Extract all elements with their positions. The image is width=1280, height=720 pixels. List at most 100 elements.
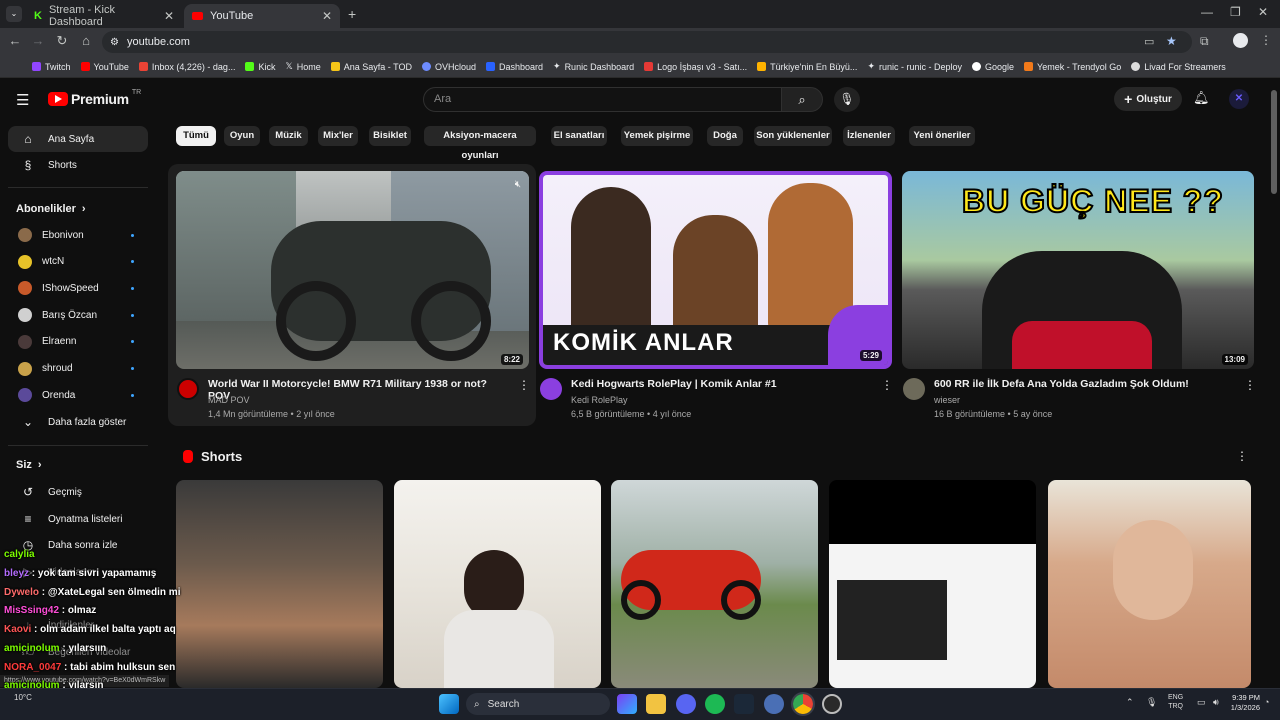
sidebar-item-playlists[interactable]: ≡ Oynatma listeleri: [8, 506, 148, 532]
bookmark-logo[interactable]: Logo İşbaşı v3 - Satı...: [644, 62, 747, 72]
channel-avatar[interactable]: [177, 378, 199, 400]
sidebar-subscription[interactable]: Ebonivon: [8, 222, 148, 248]
discord-icon[interactable]: [676, 694, 696, 714]
filter-chip[interactable]: Tümü: [176, 126, 216, 146]
page-scrollbar[interactable]: [1271, 90, 1277, 194]
bookmark-runic-deploy[interactable]: ✦ runic - runic - Deploy: [867, 61, 962, 72]
close-tab-icon[interactable]: ✕: [322, 9, 332, 23]
tab-search-icon[interactable]: ⌄: [6, 6, 22, 22]
reload-icon[interactable]: ↻: [53, 33, 71, 49]
sidebar-subscription[interactable]: IShowSpeed: [8, 275, 148, 301]
bookmark-anasayfa[interactable]: Ana Sayfa - TOD: [330, 62, 412, 72]
sidebar-subscription[interactable]: wtcN: [8, 249, 148, 275]
site-info-icon[interactable]: ⚙: [110, 37, 119, 48]
new-tab-icon[interactable]: +: [348, 6, 356, 22]
short-thumbnail[interactable]: [829, 480, 1036, 688]
bookmark-google[interactable]: Google: [972, 62, 1014, 72]
sidebar-subscription[interactable]: Orenda: [8, 382, 148, 408]
search-input[interactable]: Ara: [423, 87, 782, 112]
short-thumbnail[interactable]: [394, 480, 601, 688]
filter-chip[interactable]: Oyun: [224, 126, 260, 146]
bookmark-livad[interactable]: Livad For Streamers: [1131, 62, 1226, 72]
shorts-more-icon[interactable]: ⋮: [1236, 449, 1248, 463]
bookmark-inbox[interactable]: Inbox (4,226) - dag...: [138, 62, 235, 72]
more-options-icon[interactable]: ⋮: [881, 378, 893, 392]
voice-search-button[interactable]: 🎙: [834, 87, 860, 112]
filter-chip[interactable]: El sanatları: [551, 126, 607, 146]
create-button[interactable]: + Oluştur: [1114, 87, 1182, 111]
sidebar-item-home[interactable]: ⌂ Ana Sayfa: [8, 126, 148, 152]
minimize-icon[interactable]: —: [1201, 5, 1213, 19]
video-title[interactable]: Kedi Hogwarts RolePlay | Komik Anlar #1: [571, 378, 871, 390]
chrome-icon[interactable]: [791, 692, 815, 716]
network-icon[interactable]: ▭: [1197, 697, 1206, 708]
more-options-icon[interactable]: ⋮: [518, 378, 530, 392]
weather-widget[interactable]: 10°C: [14, 693, 32, 702]
sidebar-item-history[interactable]: ↺ Geçmiş: [8, 479, 148, 505]
sidebar-subscription[interactable]: Elraenn: [8, 329, 148, 355]
tab-youtube[interactable]: YouTube ✕: [184, 4, 340, 28]
sidebar-subscription[interactable]: Barış Özcan: [8, 302, 148, 328]
tab-kick[interactable]: K Stream - Kick Dashboard ✕: [26, 4, 182, 28]
short-thumbnail[interactable]: [176, 480, 383, 688]
taskbar-search[interactable]: ⌕ Search: [466, 693, 610, 715]
bookmark-youtube[interactable]: YouTube: [80, 62, 129, 72]
bookmark-home[interactable]: 𝕏 Home: [285, 61, 320, 72]
close-tab-icon[interactable]: ✕: [164, 9, 174, 23]
video-thumbnail[interactable]: 🔇︎ 8:22: [176, 171, 529, 369]
restore-icon[interactable]: ❐: [1230, 5, 1241, 19]
language-indicator[interactable]: ENG TRQ: [1168, 693, 1183, 711]
youtube-logo[interactable]: Premium TR: [48, 89, 141, 107]
filter-chip[interactable]: Son yüklenenler: [754, 126, 832, 146]
short-thumbnail[interactable]: [1048, 480, 1251, 688]
back-icon[interactable]: ←: [6, 33, 24, 48]
profile-avatar[interactable]: [1233, 33, 1248, 48]
obs-icon[interactable]: [822, 694, 842, 714]
filter-chip[interactable]: Mix'ler: [318, 126, 358, 146]
channel-avatar[interactable]: [540, 378, 562, 400]
notifications-bell-icon[interactable]: 🔔︎: [1193, 90, 1210, 106]
channel-name[interactable]: MAD POV: [208, 395, 250, 405]
extensions-icon[interactable]: ⧉: [1200, 34, 1209, 49]
mic-tray-icon[interactable]: 🎙︎: [1146, 697, 1157, 708]
search-button[interactable]: ⌕: [781, 87, 823, 112]
spotify-icon[interactable]: [705, 694, 725, 714]
bookmark-runic-dashboard[interactable]: ✦ Runic Dashboard: [553, 61, 634, 72]
more-options-icon[interactable]: ⋮: [1244, 378, 1256, 392]
filter-chip[interactable]: İzlenenler: [843, 126, 895, 146]
short-thumbnail[interactable]: [611, 480, 818, 688]
hamburger-menu-icon[interactable]: ☰: [16, 91, 29, 109]
sidebar-subscription[interactable]: shroud: [8, 356, 148, 382]
bookmark-kick[interactable]: Kick: [245, 62, 275, 72]
browser-menu-icon[interactable]: ⋮: [1260, 33, 1272, 47]
window-close-icon[interactable]: ✕: [1258, 5, 1268, 19]
channel-name[interactable]: wieser: [934, 395, 960, 405]
app-icon[interactable]: [764, 694, 784, 714]
file-explorer-icon[interactable]: [646, 694, 666, 714]
bookmark-turkiye[interactable]: Türkiye'nin En Büyü...: [757, 62, 857, 72]
filter-chip[interactable]: Aksiyon-macera oyunları: [424, 126, 536, 161]
cast-icon[interactable]: ▭: [1144, 35, 1154, 48]
bookmark-dashboard[interactable]: Dashboard: [485, 62, 543, 72]
copilot-icon[interactable]: [617, 694, 637, 714]
clock[interactable]: 9:39 PM 1/3/2026: [1228, 693, 1260, 713]
start-button-icon[interactable]: [439, 694, 459, 714]
home-icon[interactable]: ⌂: [77, 33, 95, 48]
video-title[interactable]: World War II Motorcycle! BMW R71 Militar…: [208, 378, 508, 402]
video-title[interactable]: 600 RR ile İlk Defa Ana Yolda Gazladım Ş…: [934, 378, 1234, 390]
channel-avatar[interactable]: [903, 378, 925, 400]
you-header[interactable]: Siz ›: [16, 459, 42, 471]
tray-chevron-icon[interactable]: ⌃: [1126, 697, 1134, 708]
subscriptions-header[interactable]: Abonelikler ›: [16, 203, 86, 215]
mute-icon[interactable]: 🔇︎: [515, 179, 521, 190]
steam-icon[interactable]: [734, 694, 754, 714]
account-avatar[interactable]: ✕: [1229, 89, 1249, 109]
notification-center-icon[interactable]: ◔: [1264, 697, 1269, 707]
video-thumbnail[interactable]: KOMİK ANLAR 5:29: [539, 171, 892, 369]
address-bar[interactable]: ⚙ youtube.com: [102, 31, 1192, 53]
filter-chip[interactable]: Bisiklet: [369, 126, 411, 146]
channel-name[interactable]: Kedi RolePlay: [571, 395, 628, 405]
bookmark-yemek[interactable]: Yemek - Trendyol Go: [1024, 62, 1121, 72]
bookmark-star-icon[interactable]: ★: [1166, 34, 1177, 48]
sidebar-item-shorts[interactable]: § Shorts: [8, 152, 148, 178]
